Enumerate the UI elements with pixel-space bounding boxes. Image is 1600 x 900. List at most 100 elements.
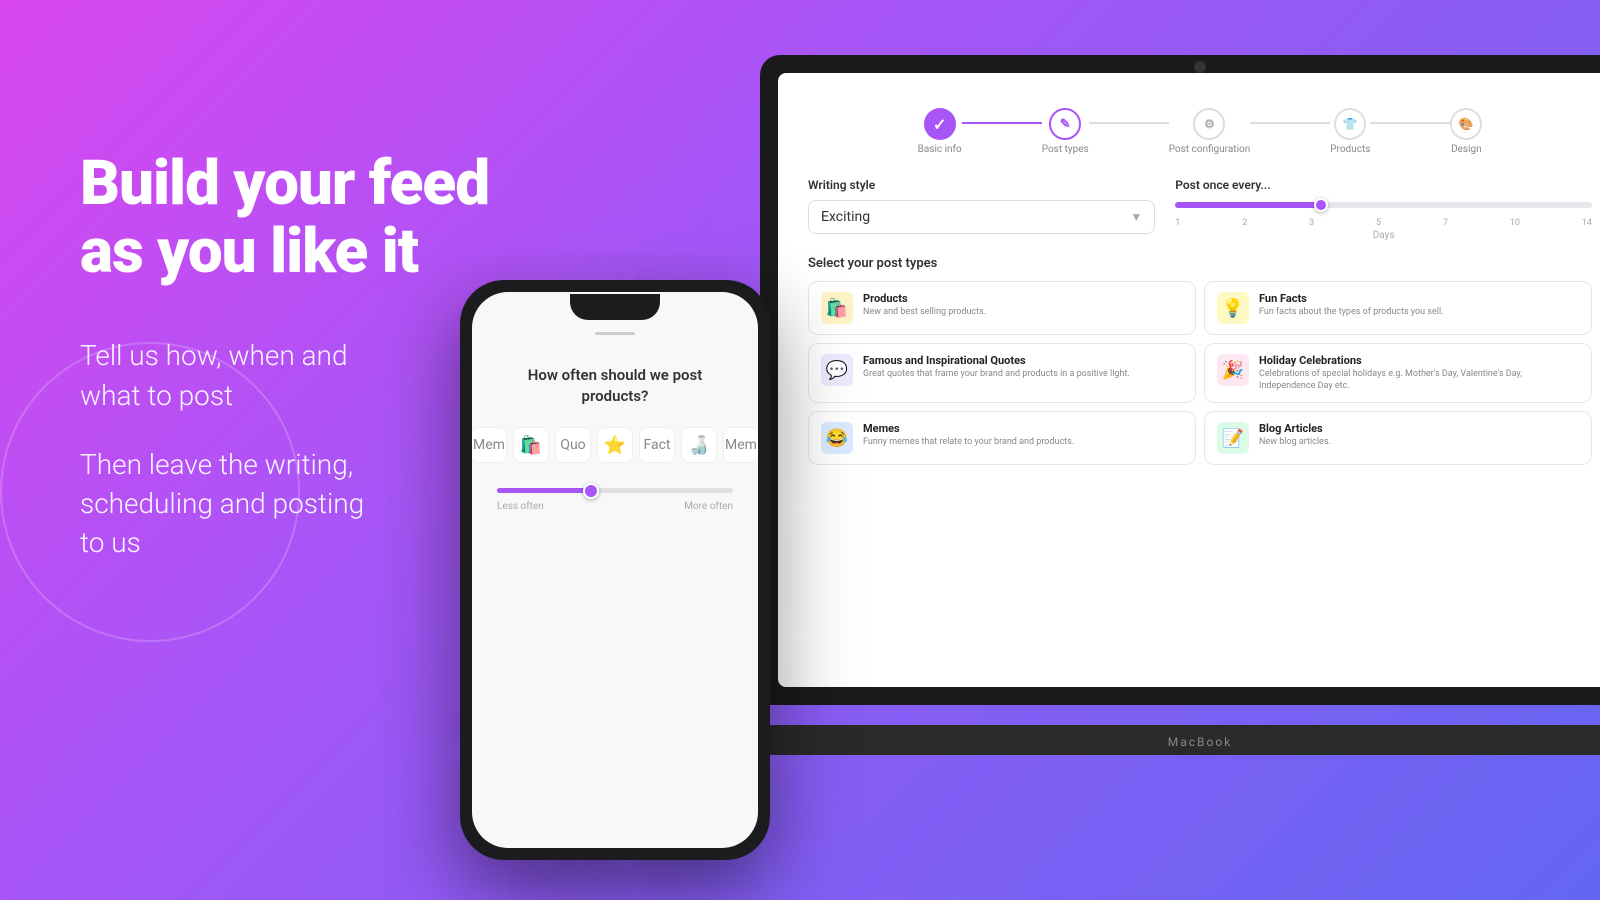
slider-ticks: 1 2 3 5 7 10 14 xyxy=(1175,218,1592,228)
products-name: Products xyxy=(863,292,986,305)
macbook-label: MacBook xyxy=(1168,735,1233,749)
phone-icon-fact: Fact xyxy=(639,427,675,463)
step-circle-5: 🎨 xyxy=(1450,108,1482,140)
step-label-2: Post types xyxy=(1042,144,1089,155)
step-label-3: Post configuration xyxy=(1169,144,1251,155)
holiday-text: Holiday Celebrations Celebrations of spe… xyxy=(1259,354,1579,392)
blog-name: Blog Articles xyxy=(1259,422,1331,435)
blog-text: Blog Articles New blog articles. xyxy=(1259,422,1331,449)
post-type-quotes[interactable]: 💬 Famous and Inspirational Quotes Great … xyxy=(808,343,1196,403)
post-type-holiday[interactable]: 🎉 Holiday Celebrations Celebrations of s… xyxy=(1204,343,1592,403)
quotes-icon: 💬 xyxy=(821,354,853,386)
memes-desc: Funny memes that relate to your brand an… xyxy=(863,437,1074,449)
gear-icon: ⚙ xyxy=(1204,117,1215,131)
step-line-2 xyxy=(1089,122,1169,124)
phone-body: How often should we post products? Mem 🛍… xyxy=(460,280,770,860)
phone-notch xyxy=(570,294,660,320)
memes-name: Memes xyxy=(863,422,1074,435)
step-post-types: ✎ Post types xyxy=(1042,108,1089,155)
post-type-memes[interactable]: 😂 Memes Funny memes that relate to your … xyxy=(808,411,1196,465)
holiday-name: Holiday Celebrations xyxy=(1259,354,1579,367)
post-type-fun-facts[interactable]: 💡 Fun Facts Fun facts about the types of… xyxy=(1204,281,1592,335)
phone-icon-bottle: 🍶 xyxy=(681,427,717,463)
laptop-body: ✓ Basic info ✎ Post types xyxy=(760,55,1600,705)
blog-desc: New blog articles. xyxy=(1259,437,1331,449)
step-line-4 xyxy=(1370,122,1450,124)
phone-icon-quote1: Quo xyxy=(555,427,591,463)
step-design: 🎨 Design xyxy=(1450,108,1482,155)
step-label-4: Products xyxy=(1330,144,1370,155)
step-post-config: ⚙ Post configuration xyxy=(1169,108,1251,155)
days-label: Days xyxy=(1175,230,1592,241)
phone-icon-star: ⭐ xyxy=(597,427,633,463)
shirt-icon: 👕 xyxy=(1343,117,1358,131)
post-types-title: Select your post types xyxy=(808,256,1592,271)
step-basic-info: ✓ Basic info xyxy=(918,108,962,155)
post-type-blog[interactable]: 📝 Blog Articles New blog articles. xyxy=(1204,411,1592,465)
edit-icon: ✎ xyxy=(1060,117,1071,132)
fun-facts-text: Fun Facts Fun facts about the types of p… xyxy=(1259,292,1444,319)
writing-style-section: Writing style Exciting ▼ xyxy=(808,178,1155,234)
config-row: Writing style Exciting ▼ Post once every… xyxy=(808,178,1592,241)
laptop-camera xyxy=(1194,61,1206,73)
slider-fill xyxy=(1175,202,1321,208)
headline-line1: Build your feed xyxy=(80,147,489,220)
writing-style-select[interactable]: Exciting ▼ xyxy=(808,200,1155,234)
phone-slider-right: More often xyxy=(684,501,733,512)
step-circle-3: ⚙ xyxy=(1193,108,1225,140)
quotes-name: Famous and Inspirational Quotes xyxy=(863,354,1130,367)
palette-icon: 🎨 xyxy=(1459,117,1474,131)
writing-style-value: Exciting xyxy=(821,209,870,225)
phone: How often should we post products? Mem 🛍… xyxy=(460,280,770,860)
post-types-grid: 🛍️ Products New and best selling product… xyxy=(808,281,1592,465)
phone-slider-labels: Less often More often xyxy=(497,501,733,512)
blog-icon: 📝 xyxy=(1217,422,1249,454)
step-line-1 xyxy=(962,122,1042,124)
phone-icon-meme: Mem xyxy=(472,427,507,463)
phone-icon-meme2: Mem xyxy=(723,427,758,463)
phone-screen: How often should we post products? Mem 🛍… xyxy=(472,292,758,848)
scroll-indicator xyxy=(595,332,635,335)
laptop-base: MacBook xyxy=(730,725,1600,755)
step-label-5: Design xyxy=(1451,144,1482,155)
post-frequency-label: Post once every... xyxy=(1175,178,1592,192)
step-circle-2: ✎ xyxy=(1049,108,1081,140)
quotes-text: Famous and Inspirational Quotes Great qu… xyxy=(863,354,1130,381)
writing-style-label: Writing style xyxy=(808,178,1155,192)
memes-text: Memes Funny memes that relate to your br… xyxy=(863,422,1074,449)
fun-facts-icon: 💡 xyxy=(1217,292,1249,324)
step-circle-1: ✓ xyxy=(924,108,956,140)
laptop: ✓ Basic info ✎ Post types xyxy=(760,55,1600,755)
main-headline: Build your feed as you like it xyxy=(80,150,640,286)
phone-slider-left: Less often xyxy=(497,501,544,512)
phone-slider-track[interactable] xyxy=(497,488,733,493)
post-frequency-section: Post once every... 1 2 3 5 7 10 1 xyxy=(1175,178,1592,241)
phone-icon-product1: 🛍️ xyxy=(513,427,549,463)
check-icon-1: ✓ xyxy=(933,115,946,134)
phone-slider-thumb[interactable] xyxy=(583,483,599,499)
phone-slider-container: Less often More often xyxy=(487,488,743,512)
frequency-slider-track[interactable] xyxy=(1175,202,1592,208)
headline-line2: as you like it xyxy=(80,215,418,288)
step-line-3 xyxy=(1250,122,1330,124)
laptop-screen: ✓ Basic info ✎ Post types xyxy=(778,73,1600,687)
stepper: ✓ Basic info ✎ Post types xyxy=(808,93,1592,160)
fun-facts-desc: Fun facts about the types of products yo… xyxy=(1259,307,1444,319)
step-circle-4: 👕 xyxy=(1334,108,1366,140)
products-text: Products New and best selling products. xyxy=(863,292,986,319)
phone-question: How often should we post products? xyxy=(487,365,743,407)
slider-thumb[interactable] xyxy=(1314,198,1328,212)
post-type-products[interactable]: 🛍️ Products New and best selling product… xyxy=(808,281,1196,335)
step-products: 👕 Products xyxy=(1330,108,1370,155)
memes-icon: 😂 xyxy=(821,422,853,454)
phone-icons-row: Mem 🛍️ Quo ⭐ Fact 🍶 Mem xyxy=(472,427,758,463)
fun-facts-name: Fun Facts xyxy=(1259,292,1444,305)
products-icon: 🛍️ xyxy=(821,292,853,324)
step-label-1: Basic info xyxy=(918,144,962,155)
products-desc: New and best selling products. xyxy=(863,307,986,319)
app-ui: ✓ Basic info ✎ Post types xyxy=(778,73,1600,687)
circle-decoration xyxy=(0,342,300,642)
chevron-down-icon: ▼ xyxy=(1130,210,1142,224)
quotes-desc: Great quotes that frame your brand and p… xyxy=(863,369,1130,381)
phone-slider-fill xyxy=(497,488,591,493)
